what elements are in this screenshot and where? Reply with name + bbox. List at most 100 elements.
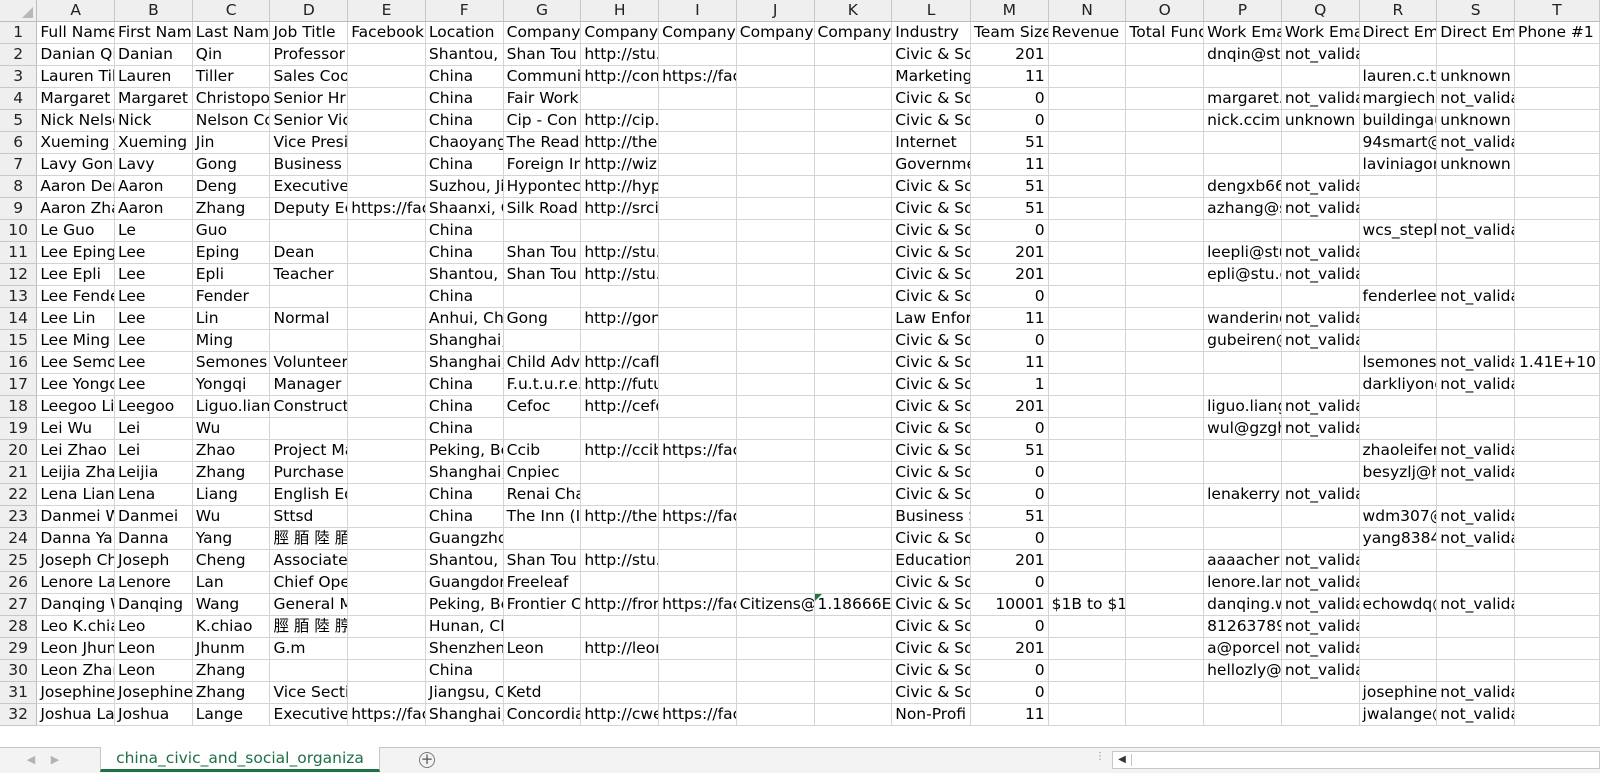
cell[interactable]: http://stu.edu.cn <box>580 549 660 572</box>
cell[interactable]: Aaron <box>114 175 193 198</box>
cell[interactable]: Concordia <box>503 703 582 726</box>
cell[interactable]: Liang <box>192 483 271 506</box>
cell[interactable]: Lange <box>192 703 271 726</box>
cell[interactable]: Fair Work Ombudsman <box>503 87 582 110</box>
cell[interactable]: 0 <box>970 681 1049 704</box>
cell[interactable]: jwalange@ <box>1359 703 1438 726</box>
cell[interactable]: Deputy Ec <box>269 197 349 220</box>
cell[interactable] <box>1048 703 1127 726</box>
row-header[interactable]: 26 <box>0 571 38 594</box>
cell[interactable] <box>1125 175 1205 198</box>
cell[interactable] <box>1436 263 1515 286</box>
cell[interactable] <box>1514 549 1600 572</box>
cell[interactable]: Civic & So <box>891 109 971 132</box>
cell[interactable]: Guangzhou, Guangdong, China <box>425 527 504 550</box>
cell[interactable]: buildingau <box>1359 109 1438 132</box>
cell[interactable]: Job Title <box>269 21 349 44</box>
cell[interactable]: not_validated <box>1436 505 1515 528</box>
cell[interactable] <box>1436 615 1515 638</box>
cell[interactable]: margaret.c <box>1203 87 1282 110</box>
cell[interactable]: 51 <box>970 131 1049 154</box>
cell[interactable]: not_validated <box>1436 681 1515 704</box>
cell[interactable] <box>269 417 349 440</box>
cell[interactable]: China <box>425 373 504 396</box>
cell[interactable]: not_validated <box>1436 131 1515 154</box>
cell[interactable]: Danna Ya <box>36 527 116 550</box>
cell[interactable]: Lan <box>192 571 271 594</box>
row-header[interactable]: 20 <box>0 439 38 462</box>
cell[interactable] <box>736 637 815 660</box>
row-header[interactable]: 8 <box>0 175 38 198</box>
column-header-b[interactable]: B <box>114 0 193 22</box>
cell[interactable]: Jhunm <box>192 637 271 660</box>
cell[interactable] <box>1203 703 1282 726</box>
cell[interactable] <box>347 153 426 176</box>
cell[interactable] <box>736 329 815 352</box>
cell[interactable] <box>1203 351 1282 374</box>
cell[interactable]: Xueming J <box>36 131 116 154</box>
cell[interactable]: Company <box>580 21 660 44</box>
scrollbar-thumb[interactable] <box>1131 754 1152 766</box>
cell[interactable] <box>347 637 426 660</box>
cell[interactable]: Guo <box>192 219 271 242</box>
cell[interactable] <box>580 219 660 242</box>
cell[interactable]: Leijia <box>114 461 193 484</box>
cell[interactable]: 1.18666E+ <box>814 593 893 616</box>
sheet-tab-active[interactable]: china_civic_and_social_organiza <box>100 747 380 772</box>
cell[interactable]: not_validated <box>1281 263 1360 286</box>
cell[interactable] <box>814 615 893 638</box>
cell[interactable] <box>736 527 815 550</box>
cell[interactable]: 51 <box>970 175 1049 198</box>
cell[interactable] <box>1048 373 1127 396</box>
cell[interactable]: 脛 脜 陸 脝鹿 脜 脜 <box>269 615 349 638</box>
cell[interactable] <box>1436 175 1515 198</box>
cell[interactable]: not_validated <box>1281 329 1360 352</box>
cell[interactable]: Lei <box>114 439 193 462</box>
cell[interactable] <box>658 87 737 110</box>
cell[interactable]: China <box>425 659 504 682</box>
cell[interactable] <box>347 241 426 264</box>
cell[interactable] <box>814 417 893 440</box>
cell[interactable] <box>1281 153 1360 176</box>
cell[interactable] <box>1436 483 1515 506</box>
cell[interactable]: Margaret <box>114 87 193 110</box>
cell[interactable]: Governme <box>891 153 971 176</box>
cell[interactable]: not_validated <box>1436 703 1515 726</box>
cell[interactable] <box>736 417 815 440</box>
cell[interactable]: Peking, Be <box>425 593 504 616</box>
cell[interactable] <box>1125 109 1205 132</box>
cell[interactable] <box>814 87 893 110</box>
cell[interactable]: wandering <box>1203 307 1282 330</box>
cell[interactable]: Communi <box>503 65 582 88</box>
cell[interactable] <box>814 549 893 572</box>
cell[interactable]: Lee Lin <box>36 307 116 330</box>
cell[interactable] <box>1048 263 1127 286</box>
cell[interactable] <box>1125 395 1205 418</box>
cell[interactable]: not_validated <box>1281 659 1360 682</box>
row-header[interactable]: 23 <box>0 505 38 528</box>
cell[interactable]: not_validated <box>1436 527 1515 550</box>
tab-splitter-handle[interactable]: ⋮ <box>1095 752 1105 768</box>
cell[interactable]: 11 <box>970 307 1049 330</box>
cell[interactable]: 脛 脜 陸 脜鹿 脛 脜鹿 <box>269 527 349 550</box>
cell[interactable] <box>1048 153 1127 176</box>
cell[interactable]: Vice Section Chief <box>269 681 349 704</box>
cell[interactable]: Chief Operations Off <box>269 571 349 594</box>
cell[interactable] <box>1125 87 1205 110</box>
cell[interactable] <box>1125 65 1205 88</box>
cell[interactable]: Child Adv <box>503 351 582 374</box>
column-header-p[interactable]: P <box>1203 0 1282 22</box>
cell[interactable]: Shantou, C <box>425 549 504 572</box>
cell[interactable] <box>1125 439 1205 462</box>
cell[interactable]: azhang@s <box>1203 197 1282 220</box>
cell[interactable] <box>1048 109 1127 132</box>
cell[interactable]: Chaoyang <box>425 131 504 154</box>
cell[interactable] <box>814 527 893 550</box>
cell[interactable] <box>1514 65 1600 88</box>
cell[interactable] <box>503 285 582 308</box>
cell[interactable]: Civic & So <box>891 197 971 220</box>
cell[interactable]: China <box>425 505 504 528</box>
cell[interactable]: China <box>425 219 504 242</box>
cell[interactable]: http://cafb.org <box>580 351 660 374</box>
cell[interactable]: Lavy Gong <box>36 153 116 176</box>
